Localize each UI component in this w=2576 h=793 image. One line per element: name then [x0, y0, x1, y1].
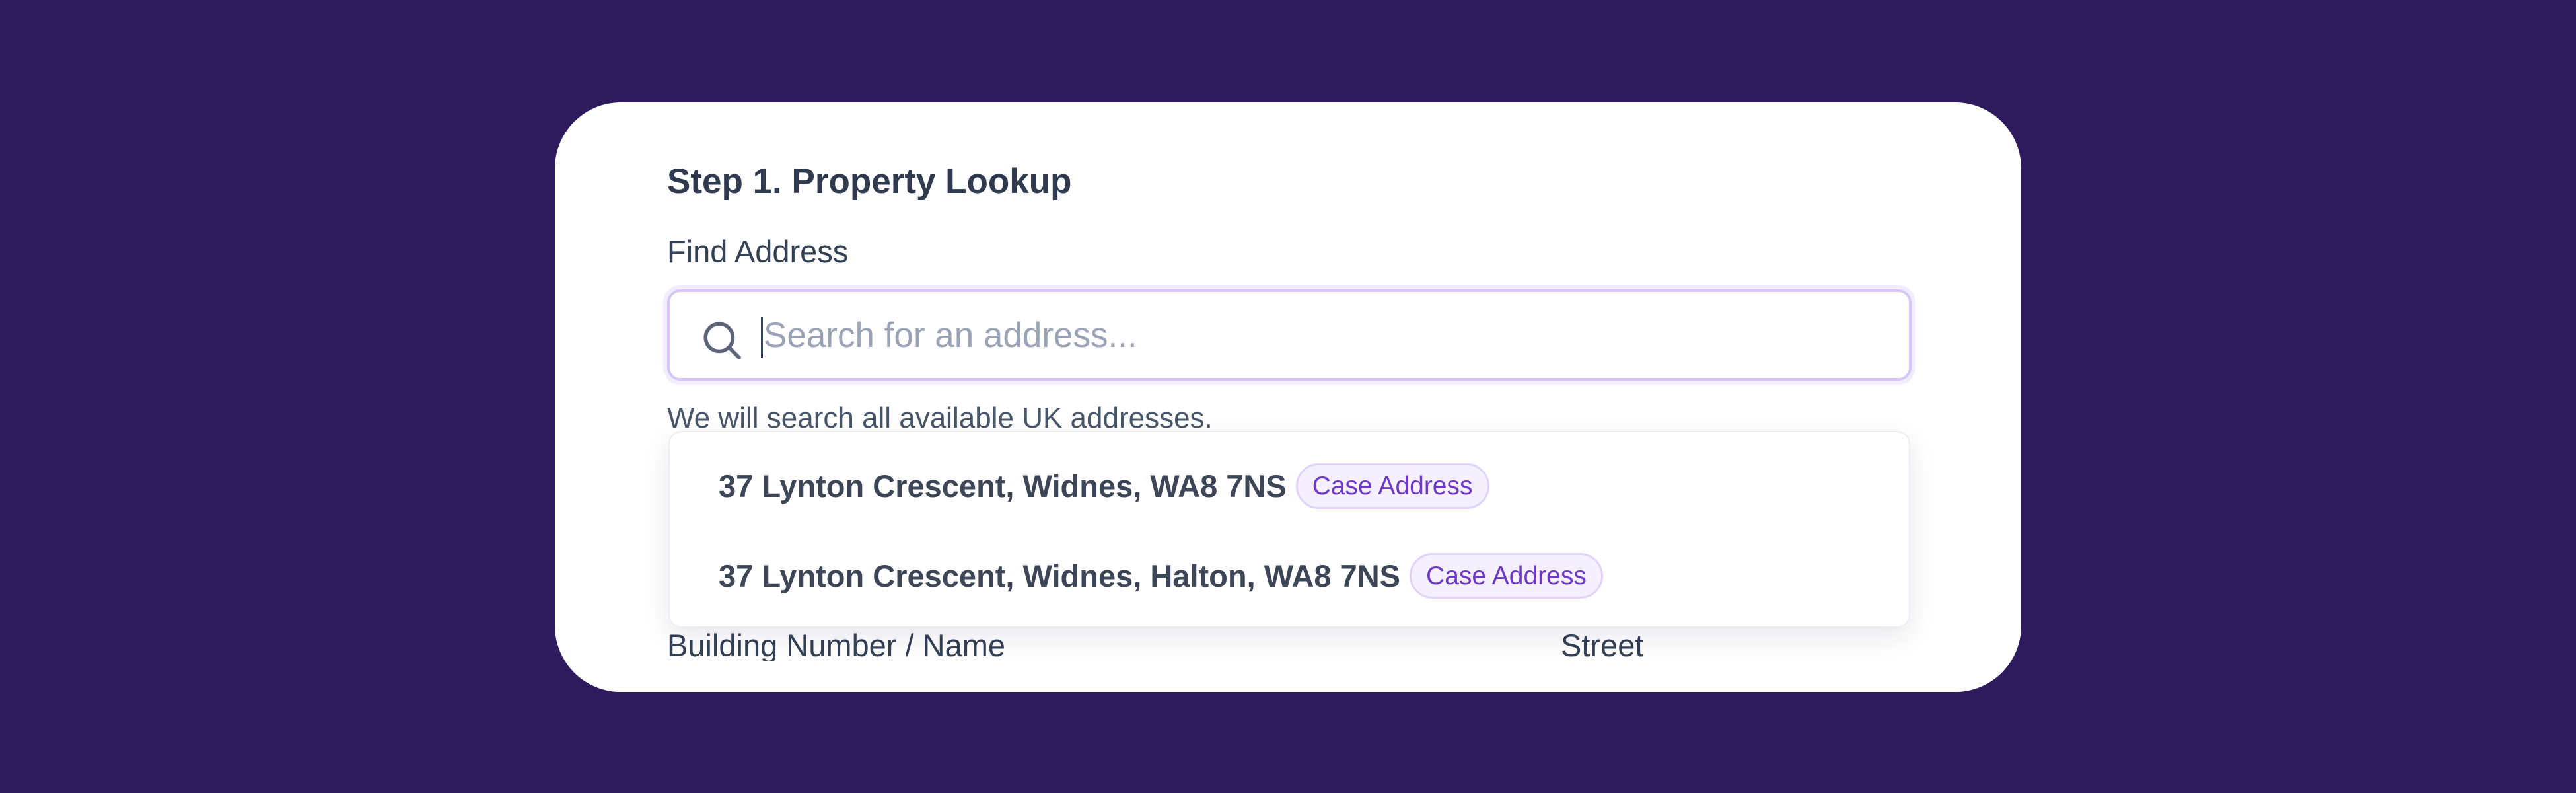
- address-result-text: 37 Lynton Crescent, Widnes, WA8 7NS: [719, 468, 1287, 504]
- step-title: Step 1. Property Lookup: [667, 162, 1072, 201]
- address-results-dropdown: 37 Lynton Crescent, Widnes, WA8 7NS Case…: [668, 431, 1910, 628]
- search-icon: [703, 322, 741, 359]
- case-address-badge: Case Address: [1295, 463, 1489, 509]
- text-caret: [761, 317, 763, 358]
- address-result-item[interactable]: 37 Lynton Crescent, Widnes, WA8 7NS Case…: [719, 457, 1489, 514]
- address-result-item[interactable]: 37 Lynton Crescent, Widnes, Halton, WA8 …: [719, 547, 1603, 604]
- card-bottom-fade: [555, 661, 2021, 692]
- street-label: Street: [1561, 628, 1644, 663]
- case-address-badge: Case Address: [1410, 552, 1603, 599]
- address-search-input[interactable]: [761, 305, 1886, 365]
- building-number-label: Building Number / Name: [667, 628, 1005, 663]
- address-search-box[interactable]: [667, 289, 1912, 381]
- address-result-text: 37 Lynton Crescent, Widnes, Halton, WA8 …: [719, 558, 1401, 593]
- find-address-label: Find Address: [667, 234, 849, 269]
- property-lookup-card: Step 1. Property Lookup Find Address We …: [555, 102, 2021, 692]
